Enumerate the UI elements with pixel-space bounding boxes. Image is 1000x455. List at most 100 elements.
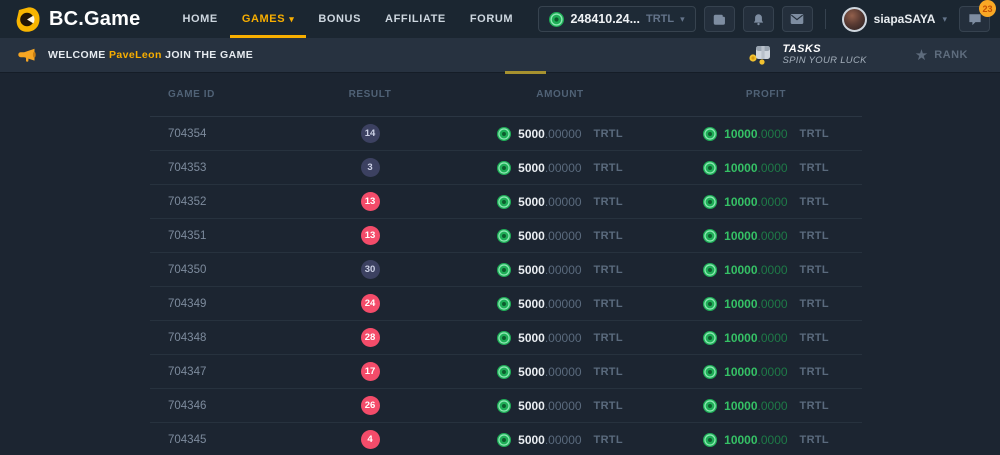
profit-currency: TRTL <box>800 400 829 412</box>
result-badge: 3 <box>361 158 380 177</box>
trtl-coin-icon <box>497 161 511 175</box>
bets-table: GAME ID RESULT AMOUNT PROFIT 704354 14 5… <box>150 73 862 455</box>
rank-widget[interactable]: ★ RANK <box>915 48 968 63</box>
amount-main: 5000 <box>518 365 545 379</box>
mail-icon <box>790 13 804 25</box>
trtl-coin-icon <box>549 12 564 27</box>
trtl-coin-icon <box>497 127 511 141</box>
messages-button[interactable] <box>782 6 813 32</box>
amount-cell: 5000.00000 TRTL <box>450 195 670 209</box>
amount-main: 5000 <box>518 433 545 447</box>
amount-currency: TRTL <box>594 366 623 378</box>
tasks-labels: TASKS SPIN YOUR LUCK <box>782 43 866 67</box>
table-row[interactable]: 704349 24 5000.00000 TRTL <box>150 287 862 321</box>
amount-decimals: .00000 <box>545 297 582 311</box>
profit-decimals: .0000 <box>758 365 788 379</box>
profit-main: 10000 <box>724 263 757 277</box>
profit-cell: 10000.0000 TRTL <box>670 399 862 413</box>
wallet-icon <box>712 13 726 26</box>
trtl-coin-icon <box>703 433 717 447</box>
nav-item-home[interactable]: HOME <box>170 0 229 38</box>
trtl-coin-icon <box>703 331 717 345</box>
amount-currency: TRTL <box>594 162 623 174</box>
profit-cell: 10000.0000 TRTL <box>670 297 862 311</box>
rank-label: RANK <box>934 49 968 61</box>
table-row[interactable]: 704348 28 5000.00000 TRTL <box>150 321 862 355</box>
announcement-banner: WELCOME PaveLeon JOIN THE GAME TASKS SPI… <box>0 38 1000 73</box>
amount-cell: 5000.00000 TRTL <box>450 263 670 277</box>
result-badge: 30 <box>361 260 380 279</box>
profit-decimals: .0000 <box>758 195 788 209</box>
profit-main: 10000 <box>724 127 757 141</box>
profit-decimals: .0000 <box>758 263 788 277</box>
table-row[interactable]: 704353 3 5000.00000 TRTL <box>150 151 862 185</box>
brand[interactable]: BC.Game <box>10 0 144 38</box>
amount-decimals: .00000 <box>545 331 582 345</box>
profit-main: 10000 <box>724 331 757 345</box>
table-row[interactable]: 704352 13 5000.00000 TRTL <box>150 185 862 219</box>
game-id: 704348 <box>150 332 290 344</box>
trtl-coin-icon <box>703 365 717 379</box>
game-id: 704350 <box>150 264 290 276</box>
nav-item-forum[interactable]: FORUM <box>458 0 525 38</box>
star-icon: ★ <box>915 48 928 63</box>
profit-currency: TRTL <box>800 264 829 276</box>
table-row[interactable]: 704351 13 5000.00000 TRTL <box>150 219 862 253</box>
result-badge: 28 <box>361 328 380 347</box>
chevron-down-icon: ▾ <box>942 14 947 25</box>
profit-cell: 10000.0000 TRTL <box>670 365 862 379</box>
top-navigation-bar: BC.Game HOME GAMES ▾ BONUS AFFILIATE FOR… <box>0 0 1000 38</box>
trtl-coin-icon <box>497 399 511 413</box>
trtl-coin-icon <box>703 229 717 243</box>
spin-box-icon <box>748 45 774 65</box>
profit-main: 10000 <box>724 195 757 209</box>
megaphone-icon <box>18 48 36 63</box>
amount-cell: 5000.00000 TRTL <box>450 331 670 345</box>
table-row[interactable]: 704345 4 5000.00000 TRTL <box>150 423 862 455</box>
chat-button[interactable]: 23 <box>959 6 990 32</box>
profit-currency: TRTL <box>800 332 829 344</box>
game-id: 704351 <box>150 230 290 242</box>
amount-main: 5000 <box>518 297 545 311</box>
table-row[interactable]: 704354 14 5000.00000 TRTL <box>150 117 862 151</box>
result-badge: 13 <box>361 226 380 245</box>
wallet-button[interactable] <box>704 6 735 32</box>
topbar-right-cluster: 248410.24... TRTL ▾ <box>538 0 990 38</box>
trtl-coin-icon <box>703 195 717 209</box>
profit-main: 10000 <box>724 399 757 413</box>
game-id: 704349 <box>150 298 290 310</box>
nav-item-games[interactable]: GAMES ▾ <box>230 0 306 38</box>
amount-cell: 5000.00000 TRTL <box>450 229 670 243</box>
table-row[interactable]: 704350 30 5000.00000 TRTL <box>150 253 862 287</box>
profit-cell: 10000.0000 TRTL <box>670 229 862 243</box>
trtl-coin-icon <box>497 365 511 379</box>
profit-main: 10000 <box>724 365 757 379</box>
amount-decimals: .00000 <box>545 365 582 379</box>
table-body: 704354 14 5000.00000 TRTL <box>150 117 862 455</box>
column-header-result: RESULT <box>290 89 450 100</box>
nav-item-bonus[interactable]: BONUS <box>306 0 373 38</box>
table-header: GAME ID RESULT AMOUNT PROFIT <box>150 73 862 117</box>
profit-decimals: .0000 <box>758 331 788 345</box>
chat-icon <box>968 13 982 26</box>
amount-currency: TRTL <box>594 264 623 276</box>
tasks-widget[interactable]: TASKS SPIN YOUR LUCK <box>748 43 866 67</box>
profit-main: 10000 <box>724 297 757 311</box>
welcome-message: WELCOME PaveLeon JOIN THE GAME <box>48 49 253 61</box>
profit-cell: 10000.0000 TRTL <box>670 127 862 141</box>
nav-item-affiliate[interactable]: AFFILIATE <box>373 0 458 38</box>
table-row[interactable]: 704347 17 5000.00000 TRTL <box>150 355 862 389</box>
notifications-button[interactable] <box>743 6 774 32</box>
bell-icon <box>752 13 765 26</box>
column-header-game-id: GAME ID <box>150 89 290 100</box>
user-menu[interactable]: siapaSAYA ▾ <box>838 7 951 32</box>
table-row[interactable]: 704346 26 5000.00000 TRTL <box>150 389 862 423</box>
profit-currency: TRTL <box>800 366 829 378</box>
banner-right-cluster: TASKS SPIN YOUR LUCK ★ RANK <box>748 43 982 67</box>
active-tab-indicator <box>505 71 546 74</box>
bcgame-logo-icon <box>14 6 41 33</box>
profit-cell: 10000.0000 TRTL <box>670 161 862 175</box>
amount-main: 5000 <box>518 229 545 243</box>
amount-main: 5000 <box>518 127 545 141</box>
balance-selector[interactable]: 248410.24... TRTL ▾ <box>538 6 695 32</box>
